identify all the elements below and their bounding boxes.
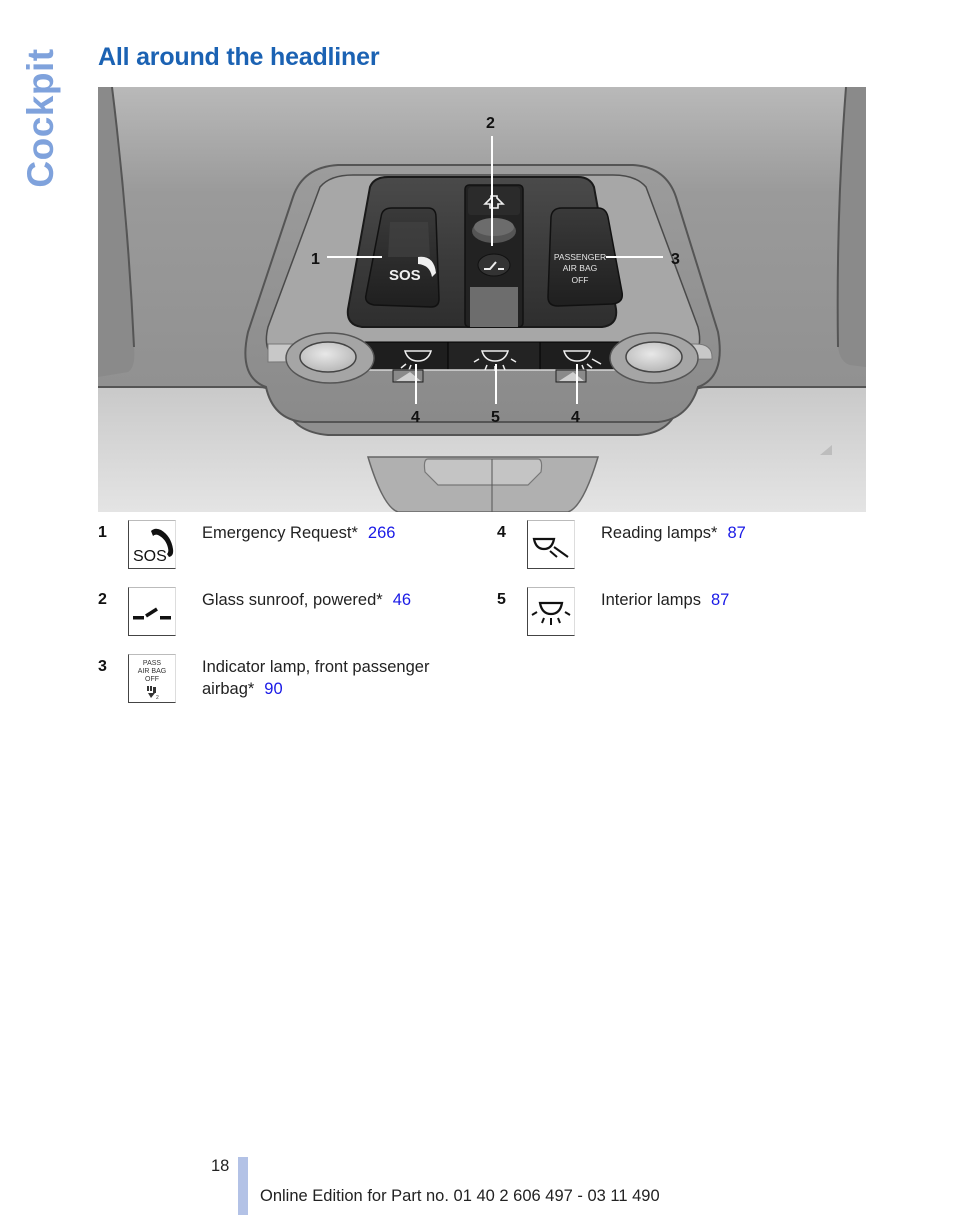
callout-2: 2 — [486, 115, 495, 132]
page-title: All around the headliner — [98, 43, 380, 71]
page-link[interactable]: 266 — [368, 524, 396, 542]
sunroof-switch-icon — [128, 587, 176, 636]
footer-accent-bar — [238, 1157, 248, 1215]
legend-number: 1 — [98, 524, 107, 541]
page-link[interactable]: 87 — [711, 591, 729, 609]
airbag-indicator-line-3: OFF — [572, 275, 589, 285]
icon-text-line-1: PASS — [143, 660, 161, 667]
legend-text: Reading lamps* 87 — [601, 522, 861, 544]
legend-number: 2 — [98, 591, 107, 608]
legend-text: Emergency Request* 266 — [202, 522, 462, 544]
reading-lamp-icon — [527, 520, 575, 569]
svg-text:2: 2 — [156, 695, 159, 701]
section-tab: Cockpit — [18, 45, 64, 190]
legend-label: Emergency Request* — [202, 524, 358, 542]
page-link[interactable]: 87 — [727, 524, 745, 542]
callout-3: 3 — [671, 251, 680, 268]
sos-phone-icon: SOS — [128, 520, 176, 569]
callout-4-right: 4 — [571, 409, 580, 426]
callout-1: 1 — [311, 251, 320, 268]
airbag-indicator-line-2: AIR BAG — [563, 263, 597, 273]
page-number: 18 — [211, 1157, 230, 1175]
svg-text:SOS: SOS — [133, 548, 167, 565]
legend-label: Glass sunroof, powered* — [202, 591, 383, 609]
legend-text: Indicator lamp, front passenger airbag* 9… — [202, 656, 462, 700]
passenger-airbag-off-icon: PASS AIR BAG OFF 2 — [128, 654, 176, 703]
legend-item: 1 SOS Emergency Request* 266 — [98, 520, 468, 580]
interior-lamp-icon — [527, 587, 575, 636]
section-tab-label: Cockpit — [20, 47, 61, 188]
page-link[interactable]: 90 — [264, 680, 282, 698]
legend-text: Interior lamps 87 — [601, 589, 861, 611]
legend-label: Reading lamps* — [601, 524, 718, 542]
sos-button-label: SOS — [389, 267, 421, 284]
legend-number: 4 — [497, 524, 506, 541]
legend-label: Indicator lamp, front passenger airbag* — [202, 658, 430, 698]
legend-item: 3 PASS AIR BAG OFF 2 Indicator lamp, fro… — [98, 654, 468, 714]
legend-number: 5 — [497, 591, 506, 608]
headliner-figure: SOS PASSENGER AIR BAG OFF 1 2 3 4 5 4 — [98, 87, 866, 512]
legend-item: 2 Glass sunroof, powered* 46 — [98, 587, 468, 647]
legend-text: Glass sunroof, powered* 46 — [202, 589, 462, 611]
headliner-illustration: SOS PASSENGER AIR BAG OFF 1 2 3 4 5 4 — [98, 87, 866, 512]
legend-number: 3 — [98, 658, 107, 675]
legend-label: Interior lamps — [601, 591, 701, 609]
icon-text-line-3: OFF — [145, 676, 159, 683]
page-link[interactable]: 46 — [393, 591, 411, 609]
legend-item: 5 Interior lamps 87 — [497, 587, 867, 647]
icon-text-line-2: AIR BAG — [138, 668, 166, 675]
callout-5: 5 — [491, 409, 500, 426]
callout-4-left: 4 — [411, 409, 420, 426]
airbag-indicator-line-1: PASSENGER — [554, 252, 606, 262]
footer-edition: Online Edition for Part no. 01 40 2 606 … — [260, 1187, 660, 1205]
legend-item: 4 Reading lamps* 87 — [497, 520, 867, 580]
